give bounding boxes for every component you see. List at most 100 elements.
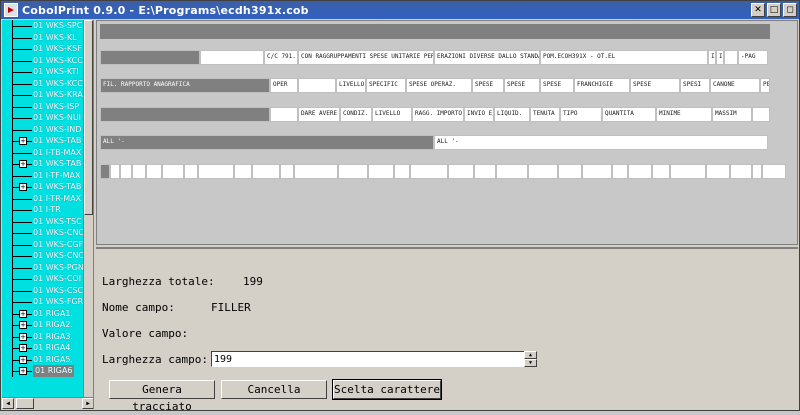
layout-field[interactable]: [270, 107, 298, 122]
maximize-icon[interactable]: □: [767, 3, 781, 17]
layout-field[interactable]: [146, 164, 162, 179]
expand-icon[interactable]: +: [19, 355, 27, 364]
layout-field[interactable]: [496, 164, 528, 179]
layout-field[interactable]: [628, 164, 652, 179]
expand-icon[interactable]: +: [19, 183, 27, 191]
layout-field[interactable]: [110, 164, 120, 179]
tree-item[interactable]: 01 WKS-SPC: [2, 20, 84, 32]
layout-field[interactable]: PER: [760, 78, 770, 93]
tree-item[interactable]: 01 WKS-TSC: [2, 215, 84, 227]
layout-row-4[interactable]: DARE AVERE CONDIZ. LIVELLO RAGG. IMPORTO INV…: [100, 107, 770, 122]
tree-item[interactable]: +01 WKS-TAB: [2, 158, 84, 170]
scroll-left-icon[interactable]: ◀: [2, 398, 14, 409]
layout-field[interactable]: [474, 164, 496, 179]
scroll-thumb[interactable]: [16, 398, 34, 409]
layout-field[interactable]: QUANTITA: [602, 107, 656, 122]
layout-field[interactable]: SPECIFIC: [366, 78, 406, 93]
layout-field[interactable]: [528, 164, 558, 179]
delete-button[interactable]: Cancella: [221, 380, 327, 399]
layout-field[interactable]: -PAG: [738, 50, 768, 65]
field-width-spinner[interactable]: ▲ ▼: [524, 351, 537, 367]
layout-field[interactable]: [724, 50, 738, 65]
layout-field[interactable]: SPESE: [472, 78, 504, 93]
layout-field[interactable]: [752, 164, 762, 179]
tree-item[interactable]: 01 WKS-CSC: [2, 284, 84, 296]
layout-field[interactable]: MASSIM: [712, 107, 752, 122]
tree-item[interactable]: 01 WKS-KCC: [2, 54, 84, 66]
layout-field[interactable]: [100, 164, 110, 179]
restore-icon[interactable]: ◻: [783, 3, 797, 17]
layout-field[interactable]: [294, 164, 338, 179]
layout-field[interactable]: [338, 164, 368, 179]
tree-item[interactable]: 01 WKS-PGN: [2, 261, 84, 273]
expand-icon[interactable]: +: [19, 321, 27, 329]
layout-row-3[interactable]: FIL. RAPPORTO ANAGRAFICA OPER LIVELLO SPECI…: [100, 78, 770, 93]
choose-character-button[interactable]: Scelta carattere: [332, 379, 442, 400]
layout-field[interactable]: ALL '-: [434, 135, 768, 150]
tree-item[interactable]: 01 WKS-ISP: [2, 100, 84, 112]
layout-row-1[interactable]: [100, 24, 770, 39]
layout-field[interactable]: [752, 107, 770, 122]
field-width-field[interactable]: ▲ ▼: [211, 351, 537, 367]
layout-field[interactable]: [132, 164, 146, 179]
spin-down-icon[interactable]: ▼: [524, 359, 537, 367]
layout-field[interactable]: CONDIZ.: [340, 107, 372, 122]
layout-field[interactable]: FIL. RAPPORTO ANAGRAFICA: [100, 78, 270, 93]
layout-field[interactable]: DARE AVERE: [298, 107, 340, 122]
tree-item[interactable]: 01 WKS-CNC: [2, 227, 84, 239]
expand-icon[interactable]: +: [19, 309, 27, 318]
layout-field[interactable]: LIVELLO: [336, 78, 366, 93]
scroll-thumb[interactable]: [84, 20, 93, 215]
layout-field[interactable]: FRANCHIGIE: [574, 78, 630, 93]
scroll-right-icon[interactable]: ▶: [82, 398, 93, 409]
layout-field[interactable]: [100, 107, 270, 122]
tree-item[interactable]: 01 WKS-KTI: [2, 66, 84, 78]
layout-field[interactable]: [200, 50, 264, 65]
layout-field[interactable]: ALL '-: [100, 135, 434, 150]
expand-icon[interactable]: +: [19, 137, 27, 145]
layout-field[interactable]: TENUTA: [530, 107, 560, 122]
layout-row-6[interactable]: [100, 164, 786, 179]
tree-item[interactable]: 01 WKS-NUI: [2, 112, 84, 124]
expand-icon[interactable]: +: [19, 367, 27, 375]
layout-field[interactable]: LIQUID.: [494, 107, 530, 122]
tree-item[interactable]: 01 WKS-FGR: [2, 296, 84, 308]
tree-item[interactable]: +01 WKS-TAB: [2, 181, 84, 193]
tree-item[interactable]: 01 I-TR: [2, 204, 84, 216]
tree-item[interactable]: 01 WKS-CGF: [2, 238, 84, 250]
expand-icon[interactable]: +: [19, 332, 27, 341]
tree-item[interactable]: 01 WKS-KRA: [2, 89, 84, 101]
tree-vertical-scrollbar[interactable]: [83, 20, 93, 397]
tree-item[interactable]: 01 I-TB-MAX: [2, 146, 84, 158]
layout-field[interactable]: RAGG. IMPORTO: [412, 107, 464, 122]
tree-item[interactable]: 01 WKS-KCC: [2, 77, 84, 89]
layout-field[interactable]: [652, 164, 670, 179]
layout-field[interactable]: [280, 164, 294, 179]
layout-field[interactable]: SPESI: [680, 78, 710, 93]
tree-item[interactable]: +01 WKS-TAB: [2, 135, 84, 147]
tree-item[interactable]: 01 I-TR-MAX: [2, 192, 84, 204]
layout-row-5[interactable]: ALL '- ALL '-: [100, 135, 770, 150]
layout-field[interactable]: [252, 164, 280, 179]
tree-item[interactable]: 01 WKS-COI: [2, 273, 84, 285]
layout-field[interactable]: [670, 164, 706, 179]
layout-field[interactable]: [730, 164, 752, 179]
layout-field[interactable]: I: [708, 50, 716, 65]
layout-field[interactable]: [162, 164, 184, 179]
layout-field[interactable]: SPESE: [540, 78, 574, 93]
tree-item[interactable]: +01 RIGA3.: [2, 330, 84, 342]
generate-layout-button[interactable]: Genera tracciato: [109, 380, 215, 413]
layout-field[interactable]: [184, 164, 198, 179]
tree-item[interactable]: +01 RIGA6: [2, 365, 84, 377]
layout-field[interactable]: LIVELLO: [372, 107, 412, 122]
structure-tree[interactable]: 01 WKS-SPC 01 WKS-KL 01 WKS-KSF 01 WKS-KCC 0…: [2, 20, 94, 409]
tree-horizontal-scrollbar[interactable]: ◀ ▶: [2, 397, 93, 409]
layout-field[interactable]: INVIO E/C: [464, 107, 494, 122]
layout-field[interactable]: SPESE OPERAZ.: [406, 78, 472, 93]
layout-field[interactable]: [234, 164, 252, 179]
layout-field[interactable]: [410, 164, 448, 179]
tree-item[interactable]: +01 RIGA5.: [2, 353, 84, 365]
tree-item[interactable]: 01 WKS-IND: [2, 123, 84, 135]
layout-field[interactable]: [706, 164, 730, 179]
layout-field[interactable]: ERAZIONI DIVERSE DALLO STANDARD: [434, 50, 540, 65]
